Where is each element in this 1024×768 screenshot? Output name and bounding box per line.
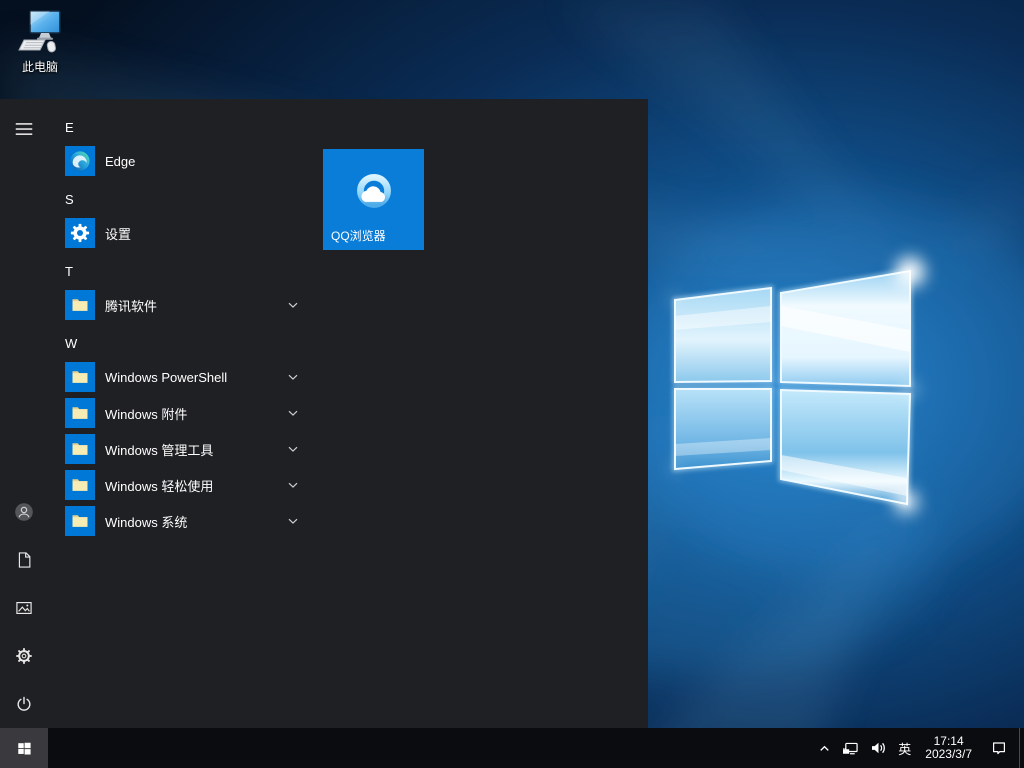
clock[interactable]: 17:14 2023/3/7 xyxy=(918,728,979,768)
app-section-S: S 设置 xyxy=(48,185,310,251)
show-hidden-icons-button[interactable] xyxy=(812,728,836,768)
desktop-icon-this-pc[interactable]: 此电脑 xyxy=(5,8,75,75)
app-item[interactable]: 腾讯软件 xyxy=(48,287,310,323)
speaker-icon xyxy=(870,740,886,756)
app-section-E: E Edge xyxy=(48,113,310,179)
app-item-label: Windows PowerShell xyxy=(105,370,227,385)
chevron-down-icon[interactable] xyxy=(286,370,300,384)
documents-icon[interactable] xyxy=(0,536,48,584)
folder-icon xyxy=(65,398,95,428)
tile-qq-browser[interactable]: QQ浏览器 xyxy=(323,149,424,250)
settings-gear-icon[interactable] xyxy=(0,632,48,680)
settings-icon xyxy=(65,218,95,248)
notification-bubble-icon xyxy=(991,740,1007,756)
section-header-W[interactable]: W xyxy=(48,329,310,359)
chevron-down-icon[interactable] xyxy=(286,298,300,312)
this-pc-icon xyxy=(16,8,64,56)
app-item[interactable]: 设置 xyxy=(48,215,310,251)
chevron-down-icon[interactable] xyxy=(286,514,300,528)
app-section-T: T 腾讯软件 xyxy=(48,257,310,323)
folder-icon xyxy=(65,506,95,536)
section-header-E[interactable]: E xyxy=(48,113,310,143)
folder-icon xyxy=(65,290,95,320)
date-label: 2023/3/7 xyxy=(925,748,972,761)
app-section-W: W Windows PowerShell Windows 附件 Windows 管理工… xyxy=(48,329,310,539)
app-item-label: Windows 轻松使用 xyxy=(105,476,213,495)
app-item-label: 腾讯软件 xyxy=(105,296,157,315)
app-item-label: Windows 附件 xyxy=(105,404,187,423)
section-header-S[interactable]: S xyxy=(48,185,310,215)
app-item-label: Windows 系统 xyxy=(105,512,187,531)
app-item[interactable]: Windows 附件 xyxy=(48,395,310,431)
app-list: E Edge S 设置 T 腾讯软件 W Windows PowerShell Windows … xyxy=(48,99,310,545)
folder-icon xyxy=(65,434,95,464)
app-item[interactable]: Windows 轻松使用 xyxy=(48,467,310,503)
section-header-T[interactable]: T xyxy=(48,257,310,287)
user-account-icon[interactable] xyxy=(0,488,48,536)
folder-icon xyxy=(65,362,95,392)
chevron-down-icon[interactable] xyxy=(286,406,300,420)
show-desktop-button[interactable] xyxy=(1019,728,1024,768)
start-menu: E Edge S 设置 T 腾讯软件 W Windows PowerShell Windows … xyxy=(0,99,648,728)
app-item[interactable]: Windows 管理工具 xyxy=(48,431,310,467)
action-center-button[interactable] xyxy=(979,728,1019,768)
windows-logo-icon xyxy=(16,740,33,757)
system-tray: 英 17:14 2023/3/7 xyxy=(812,728,1024,768)
desktop-icon-label: 此电脑 xyxy=(22,58,58,75)
edge-icon xyxy=(65,146,95,176)
folder-icon xyxy=(65,470,95,500)
tile-label: QQ浏览器 xyxy=(331,227,386,244)
language-indicator[interactable]: 英 xyxy=(891,728,918,768)
language-label: 英 xyxy=(898,739,911,758)
app-item[interactable]: Edge xyxy=(48,143,310,179)
app-item-label: Windows 管理工具 xyxy=(105,440,213,459)
chevron-down-icon[interactable] xyxy=(286,478,300,492)
app-item-label: Edge xyxy=(105,154,135,169)
chevron-down-icon[interactable] xyxy=(286,442,300,456)
pictures-icon[interactable] xyxy=(0,584,48,632)
app-item[interactable]: Windows 系统 xyxy=(48,503,310,539)
volume-button[interactable] xyxy=(864,728,891,768)
qq-browser-icon xyxy=(350,169,398,217)
start-button[interactable] xyxy=(0,728,48,768)
hamburger-icon[interactable] xyxy=(0,105,48,153)
network-button[interactable] xyxy=(836,728,864,768)
taskbar: 英 17:14 2023/3/7 xyxy=(0,728,1024,768)
app-item-label: 设置 xyxy=(105,224,131,243)
power-icon[interactable] xyxy=(0,680,48,728)
app-item[interactable]: Windows PowerShell xyxy=(48,359,310,395)
wired-network-icon xyxy=(842,741,859,756)
start-menu-rail xyxy=(0,99,48,728)
tile-area: QQ浏览器 xyxy=(323,149,424,250)
chevron-up-icon xyxy=(817,741,832,756)
